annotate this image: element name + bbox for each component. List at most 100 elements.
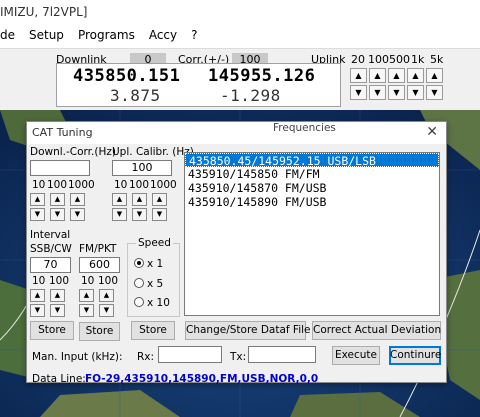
- step-20-up-button[interactable]: ▲: [350, 68, 367, 83]
- dialog-title: CAT Tuning: [32, 126, 93, 139]
- upl-100-down-button[interactable]: ▼: [132, 208, 147, 221]
- downl-10-down-button[interactable]: ▼: [30, 208, 45, 221]
- ssb-cw-label: SSB/CW: [30, 243, 72, 255]
- list-item[interactable]: 435910/145870 FM/USB: [185, 181, 439, 195]
- downlink-frequency: 435850.151: [73, 66, 181, 86]
- step-label-100: 100: [368, 53, 389, 66]
- downl-100-up-button[interactable]: ▲: [50, 193, 65, 206]
- upl-calibr-input[interactable]: 100: [112, 160, 172, 176]
- store-ssb-button[interactable]: Store: [30, 321, 74, 340]
- downl-1000-down-button[interactable]: ▼: [70, 208, 85, 221]
- close-icon[interactable]: ✕: [426, 124, 438, 140]
- correct-actual-deviation-button[interactable]: Correct Actual Deviation: [312, 321, 441, 340]
- downl-step-1000-label: 1000: [68, 179, 95, 191]
- step-1k-up-button[interactable]: ▲: [407, 68, 424, 83]
- list-item[interactable]: 435850.45/145952.15 USB/LSB: [185, 153, 439, 168]
- ssb-10-down-button[interactable]: ▼: [30, 304, 45, 317]
- speed-label: Speed: [136, 237, 173, 249]
- store-speed-button[interactable]: Store: [131, 321, 175, 340]
- rx-label: Rx:: [137, 351, 155, 363]
- downl-10-up-button[interactable]: ▲: [30, 193, 45, 206]
- speed-x1-label: x 1: [147, 258, 164, 270]
- downl-step-10-label: 10: [32, 179, 46, 191]
- menu-item-mode[interactable]: de: [0, 28, 15, 48]
- upl-step-10-label: 10: [114, 179, 128, 191]
- speed-group: Speed x 1 x 5 x 10: [127, 237, 180, 317]
- uplink-frequency: 145955.126: [208, 66, 316, 86]
- step-label-1k: 1k: [411, 53, 425, 66]
- step-5k-up-button[interactable]: ▲: [426, 68, 443, 83]
- interval-label: Interval: [30, 229, 71, 241]
- menu-item-setup[interactable]: Setup: [29, 28, 64, 48]
- upl-10-up-button[interactable]: ▲: [112, 193, 127, 206]
- upl-100-up-button[interactable]: ▲: [132, 193, 147, 206]
- uplink-doppler: -1.298: [220, 86, 281, 105]
- step-500-up-button[interactable]: ▲: [388, 68, 405, 83]
- speed-x5-radio[interactable]: x 5: [134, 278, 163, 290]
- menu-item-programs[interactable]: Programs: [78, 28, 135, 48]
- cat-tuning-dialog: CAT Tuning ✕ Downl.-Corr.(Hz) 10 100 100…: [26, 121, 447, 385]
- speed-x10-radio[interactable]: x 10: [134, 297, 170, 309]
- upl-1000-up-button[interactable]: ▲: [152, 193, 167, 206]
- radio-icon: [134, 297, 144, 307]
- speed-x5-label: x 5: [147, 278, 164, 290]
- downl-corr-label: Downl.-Corr.(Hz): [30, 146, 116, 158]
- dataline-value: FO-29,435910,145890,FM,USB,NOR,0,0: [85, 373, 319, 385]
- ssb-step-10-label: 10: [32, 275, 46, 287]
- ssb-10-up-button[interactable]: ▲: [30, 289, 45, 302]
- execute-button[interactable]: Execute: [332, 346, 380, 365]
- ssb-step-100-label: 100: [49, 275, 70, 287]
- speed-x10-label: x 10: [147, 297, 170, 309]
- list-item[interactable]: 435910/145850 FM/FM: [185, 167, 439, 181]
- fm-100-down-button[interactable]: ▼: [99, 304, 114, 317]
- tx-input[interactable]: [248, 346, 316, 363]
- downl-corr-input[interactable]: [30, 160, 90, 176]
- step-500-down-button[interactable]: ▼: [388, 85, 405, 100]
- step-20-down-button[interactable]: ▼: [350, 85, 367, 100]
- downl-100-down-button[interactable]: ▼: [50, 208, 65, 221]
- downl-1000-up-button[interactable]: ▲: [70, 193, 85, 206]
- man-input-label: Man. Input (kHz):: [32, 351, 123, 363]
- fm-10-down-button[interactable]: ▼: [79, 304, 94, 317]
- continue-button[interactable]: Continure: [389, 346, 441, 365]
- menu-item-accy[interactable]: Accy: [149, 28, 177, 48]
- step-label-5k: 5k: [430, 53, 444, 66]
- ssb-100-down-button[interactable]: ▼: [50, 304, 65, 317]
- upl-step-1000-label: 1000: [150, 179, 177, 191]
- upl-10-down-button[interactable]: ▼: [112, 208, 127, 221]
- fm-step-10-label: 10: [81, 275, 95, 287]
- ssb-100-up-button[interactable]: ▲: [50, 289, 65, 302]
- speed-x1-radio[interactable]: x 1: [134, 258, 163, 270]
- change-store-datafile-button[interactable]: Change/Store Dataf File: [185, 321, 311, 340]
- frequency-list[interactable]: 435850.45/145952.15 USB/LSB 435910/14585…: [184, 152, 440, 316]
- rx-input[interactable]: [158, 346, 222, 363]
- dataline-label: Data Line:: [32, 373, 86, 385]
- menu-item-help[interactable]: ?: [191, 28, 197, 48]
- list-item[interactable]: 435910/145890 FM/USB: [185, 195, 439, 209]
- upl-1000-down-button[interactable]: ▼: [152, 208, 167, 221]
- frequencies-caption: Frequencies: [273, 122, 336, 134]
- step-5k-down-button[interactable]: ▼: [426, 85, 443, 100]
- upl-step-100-label: 100: [129, 179, 150, 191]
- step-label-500: 500: [389, 53, 410, 66]
- downl-step-100-label: 100: [47, 179, 68, 191]
- upl-calibr-label: Upl. Calibr. (Hz): [112, 146, 194, 158]
- app-title-bar: IMIZU, 7l2VPL]: [0, 0, 480, 26]
- fm-10-up-button[interactable]: ▲: [79, 289, 94, 302]
- fm-step-100-label: 100: [98, 275, 119, 287]
- step-100-up-button[interactable]: ▲: [369, 68, 386, 83]
- fm-pkt-input[interactable]: 600: [79, 257, 120, 273]
- tx-label: Tx:: [230, 351, 247, 363]
- step-1k-down-button[interactable]: ▼: [407, 85, 424, 100]
- step-100-down-button[interactable]: ▼: [369, 85, 386, 100]
- radio-selected-icon: [134, 258, 144, 268]
- frequency-display: 435850.151 145955.126 3.875 -1.298: [56, 63, 341, 107]
- step-label-20: 20: [351, 53, 365, 66]
- radio-icon: [134, 278, 144, 288]
- fm-pkt-label: FM/PKT: [79, 243, 117, 255]
- dialog-title-bar: CAT Tuning ✕: [27, 122, 446, 144]
- fm-100-up-button[interactable]: ▲: [99, 289, 114, 302]
- menu-bar: de Setup Programs Accy ?: [0, 28, 480, 48]
- ssb-cw-input[interactable]: 70: [30, 257, 71, 273]
- store-fm-button[interactable]: Store: [79, 322, 120, 341]
